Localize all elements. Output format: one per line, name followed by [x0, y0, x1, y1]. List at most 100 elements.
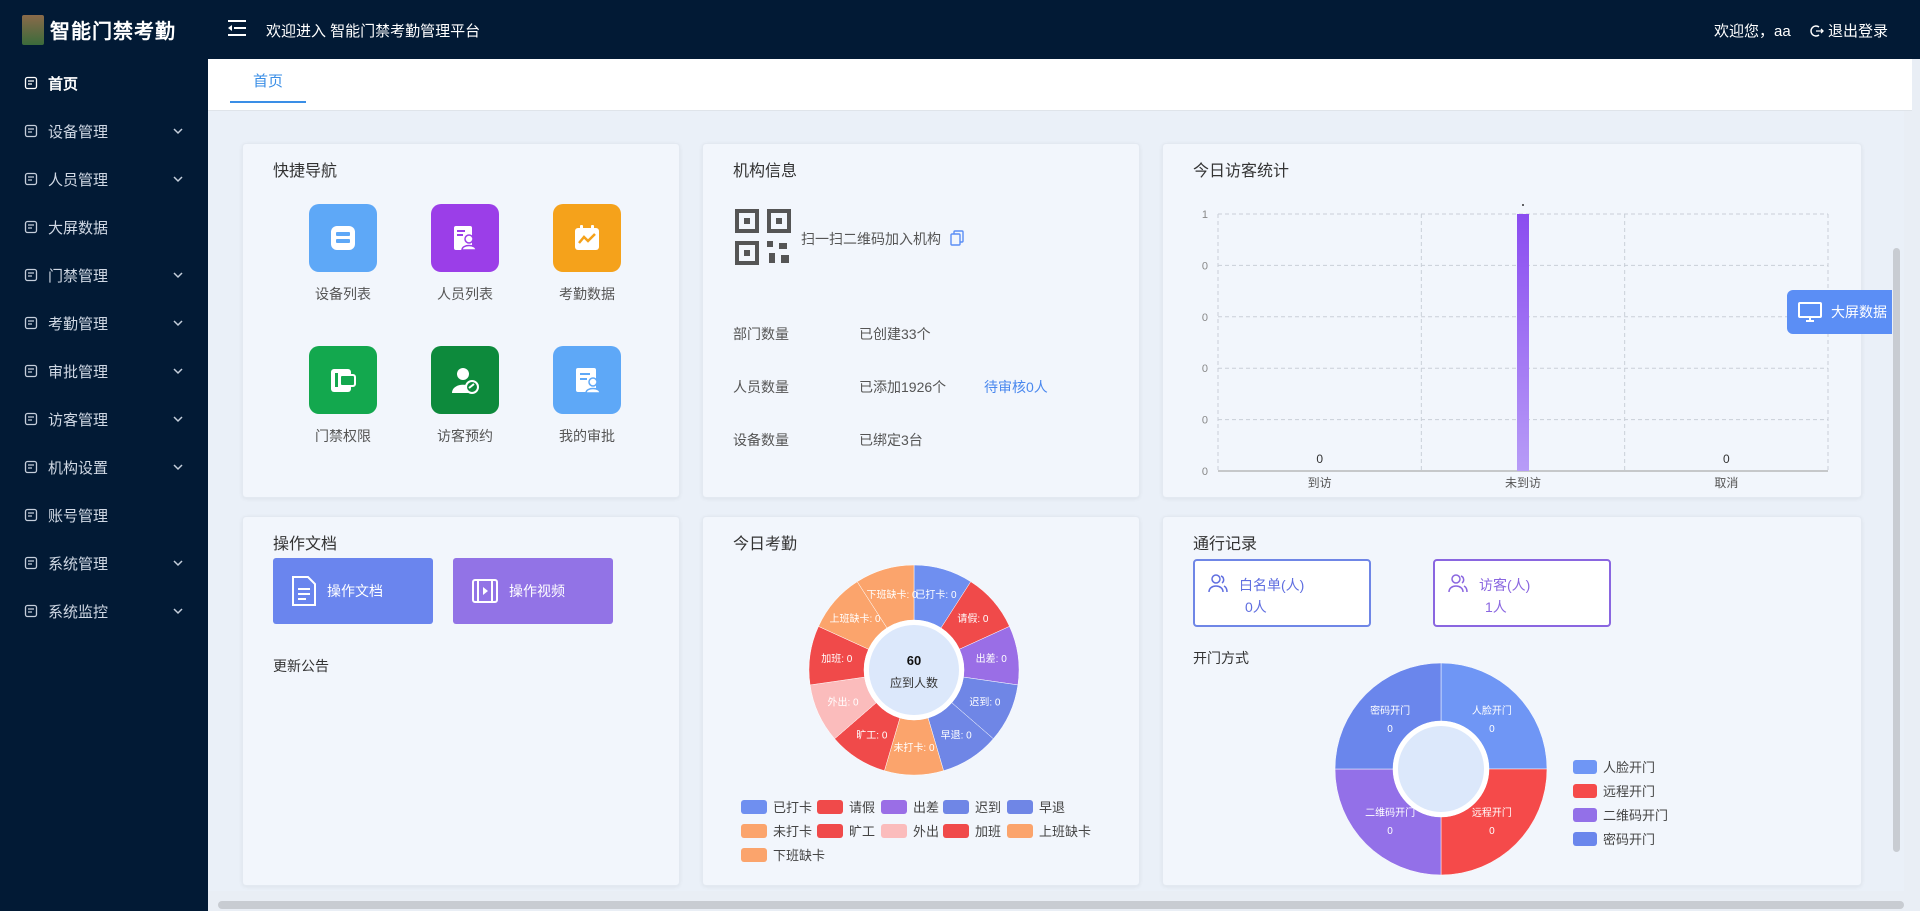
dept-count-label: 部门数量 [733, 326, 789, 342]
main-content: 快捷导航 设备列表 人员列表 考勤数据 门禁权限 访客预约 我的审批 机构信息 … [208, 111, 1904, 891]
y-tick-label: 0 [1202, 415, 1208, 427]
sidebar-item-8[interactable]: 机构设置 [0, 443, 208, 491]
user-greeting: 欢迎您，aa [1714, 23, 1791, 40]
legend-swatch [1573, 783, 1597, 798]
sidebar-item-11[interactable]: 系统监控 [0, 587, 208, 635]
brand: 智能门禁考勤 [0, 0, 208, 59]
legend-swatch [1007, 799, 1033, 814]
quick-nav-label: 人员列表 [437, 286, 493, 302]
quick-nav-attendance-data[interactable]: 考勤数据 [527, 204, 647, 304]
legend-item[interactable]: 已打卡 [741, 797, 812, 816]
device-list-icon [309, 204, 377, 272]
pending-review-link[interactable]: 待审核0人 [984, 377, 1048, 397]
visitor-booking-icon [431, 346, 499, 414]
sidebar-item-1[interactable]: 设备管理 [0, 107, 208, 155]
quick-nav-device-list[interactable]: 设备列表 [283, 204, 403, 304]
legend-item[interactable]: 外出 [881, 821, 939, 840]
quick-nav-label: 考勤数据 [559, 286, 615, 302]
device-icon [24, 124, 38, 138]
legend-item[interactable]: 密码开门 [1573, 829, 1655, 848]
account-icon [24, 508, 38, 522]
open-method-title: 开门方式 [1193, 650, 1249, 666]
quick-nav-label: 设备列表 [315, 286, 371, 302]
open-method-legend: 人脸开门远程开门二维码开门密码开门 [1573, 757, 1713, 853]
sidebar-item-5[interactable]: 考勤管理 [0, 299, 208, 347]
quick-nav-my-approval[interactable]: 我的审批 [527, 346, 647, 446]
legend-item[interactable]: 上班缺卡 [1007, 821, 1091, 840]
sidebar-item-label: 首页 [48, 75, 79, 93]
legend-label: 未打卡 [773, 824, 813, 839]
sidebar-item-0[interactable]: 首页 [0, 59, 208, 107]
legend-item[interactable]: 请假 [817, 797, 875, 816]
sidebar-item-9[interactable]: 账号管理 [0, 491, 208, 539]
legend-item[interactable]: 二维码开门 [1573, 805, 1668, 824]
visitor-bar-chart: 0 0 0 0 0 1 0 到访 未到访 0 取消 [1202, 204, 1829, 490]
monitor-icon [24, 604, 38, 618]
legend-item[interactable]: 下班缺卡 [741, 845, 825, 864]
quick-nav-title: 快捷导航 [273, 163, 338, 180]
sidebar-item-10[interactable]: 系统管理 [0, 539, 208, 587]
y-tick-label: 0 [1202, 260, 1208, 272]
quick-nav-visitor-booking[interactable]: 访客预约 [405, 346, 525, 446]
welcome-text: 欢迎进入 智能门禁考勤管理平台 [266, 23, 481, 40]
whitelist-box[interactable]: 白名单(人) 0人 [1193, 559, 1371, 627]
sidebar-item-label: 系统管理 [48, 555, 109, 573]
expected-count-value: 60 [907, 653, 921, 668]
logout-icon [1810, 24, 1824, 37]
sidebar-item-3[interactable]: 大屏数据 [0, 203, 208, 251]
legend-label: 人脸开门 [1603, 760, 1656, 775]
docs-title: 操作文档 [273, 536, 338, 553]
sidebar-item-label: 访客管理 [48, 411, 109, 429]
sidebar-item-6[interactable]: 审批管理 [0, 347, 208, 395]
legend-item[interactable]: 人脸开门 [1573, 757, 1655, 776]
menu-collapse-icon[interactable] [226, 17, 248, 39]
quick-nav-door-permission[interactable]: 门禁权限 [283, 346, 403, 446]
tab-home[interactable]: 首页 [230, 59, 306, 103]
sidebar-item-7[interactable]: 访客管理 [0, 395, 208, 443]
legend-item[interactable]: 远程开门 [1573, 781, 1655, 800]
y-tick-label: 1 [1202, 209, 1208, 221]
slice-label: 人脸开门 [1472, 704, 1512, 717]
door-permission-icon [309, 346, 377, 414]
legend-item[interactable]: 迟到 [943, 797, 1001, 816]
quick-nav-label: 门禁权限 [315, 428, 371, 444]
horizontal-scrollbar[interactable] [218, 901, 1904, 909]
video-icon [472, 579, 498, 603]
visitor-icon [24, 412, 38, 426]
door-icon [24, 268, 38, 282]
slice-value: 0 [1489, 724, 1495, 735]
quick-nav-person-list[interactable]: 人员列表 [405, 204, 525, 304]
operation-video-button[interactable]: 操作视频 [453, 558, 613, 624]
slice-label: 密码开门 [1370, 704, 1410, 717]
sidebar-item-label: 设备管理 [48, 123, 109, 141]
slice-label: 未打卡: 0 [893, 741, 935, 754]
operation-doc-button[interactable]: 操作文档 [273, 558, 433, 624]
legend-item[interactable]: 未打卡 [741, 821, 812, 840]
legend-item[interactable]: 出差 [881, 797, 939, 816]
legend-label: 密码开门 [1603, 832, 1656, 847]
attendance-icon [24, 316, 38, 330]
qr-code-icon[interactable] [735, 209, 791, 265]
big-screen-float-button[interactable]: 大屏数据 [1787, 290, 1892, 334]
legend-item[interactable]: 早退 [1007, 797, 1065, 816]
sidebar-item-2[interactable]: 人员管理 [0, 155, 208, 203]
device-count-label: 设备数量 [733, 432, 789, 448]
copy-icon[interactable] [950, 230, 964, 246]
bar-未到访[interactable] [1517, 214, 1529, 471]
open-method-pie-chart: 人脸开门 0 远程开门 0 二维码开门 0 密码开门 0 [1334, 662, 1548, 876]
sidebar-item-label: 考勤管理 [48, 315, 109, 333]
data-label: 0 [1723, 452, 1730, 466]
sidebar-item-4[interactable]: 门禁管理 [0, 251, 208, 299]
legend-label: 下班缺卡 [773, 848, 826, 863]
legend-item[interactable]: 加班 [943, 821, 1001, 840]
visitor-box[interactable]: 访客(人) 1人 [1433, 559, 1611, 627]
approval-icon [24, 364, 38, 378]
legend-item[interactable]: 旷工 [817, 821, 875, 840]
logout-button[interactable]: 退出登录 [1810, 20, 1888, 41]
slice-label: 迟到: 0 [969, 695, 1001, 708]
legend-label: 请假 [849, 800, 876, 815]
slice-value: 0 [1387, 724, 1393, 735]
vertical-scrollbar[interactable] [1893, 248, 1900, 852]
donut-center [869, 625, 959, 715]
monitor-icon [1798, 302, 1822, 322]
